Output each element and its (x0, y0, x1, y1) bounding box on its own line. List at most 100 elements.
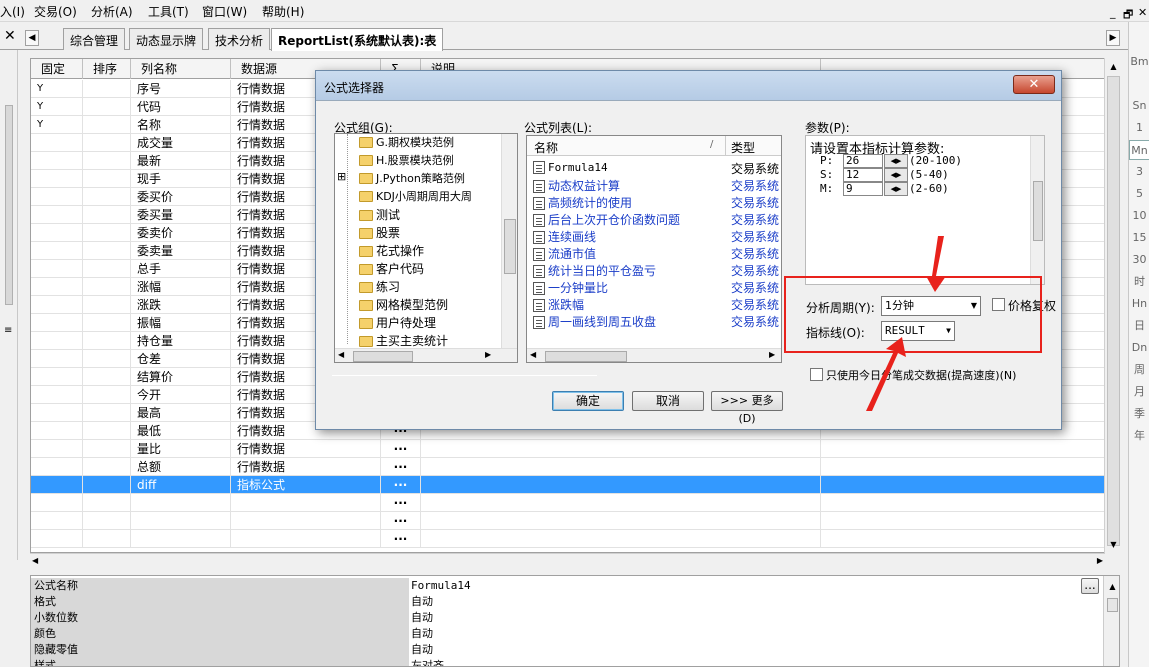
cell-name[interactable]: 最新 (131, 152, 231, 170)
property-value[interactable]: 自动 (409, 642, 1081, 658)
cell-extra[interactable] (821, 458, 1104, 476)
cell-fixed[interactable] (31, 260, 83, 278)
cell-desc[interactable] (421, 458, 821, 476)
cell-sort[interactable] (83, 152, 131, 170)
col-header-name[interactable]: 列名称 (131, 59, 231, 79)
property-row[interactable]: 样式 左对齐 (31, 658, 1081, 666)
cell-sort[interactable] (83, 350, 131, 368)
cell-sort[interactable] (83, 278, 131, 296)
cell-name[interactable]: 序号 (131, 80, 231, 98)
cell-extra[interactable] (821, 530, 1104, 548)
cell-sort[interactable] (83, 80, 131, 98)
cell-name[interactable]: 今开 (131, 386, 231, 404)
sidebar-period-13[interactable]: 日 (1129, 316, 1149, 336)
menu-item-analysis[interactable]: 分析(A) (91, 3, 133, 20)
cell-sort[interactable] (83, 386, 131, 404)
props-vscroll[interactable]: ▲ (1103, 576, 1119, 666)
cell-sigma[interactable]: ··· (381, 458, 421, 476)
cell-name[interactable]: 持仓量 (131, 332, 231, 350)
cell-sort[interactable] (83, 494, 131, 512)
cell-name[interactable]: 涨幅 (131, 278, 231, 296)
scroll-track[interactable] (1107, 76, 1120, 546)
menu-item-help[interactable]: 帮助(H) (262, 3, 304, 20)
cell-sort[interactable] (83, 188, 131, 206)
cell-name[interactable]: 量比 (131, 440, 231, 458)
cell-fixed[interactable] (31, 278, 83, 296)
cell-source[interactable] (231, 494, 381, 512)
cell-fixed[interactable] (31, 224, 83, 242)
sidebar-period-3[interactable]: Sn (1129, 96, 1149, 116)
cell-sort[interactable] (83, 134, 131, 152)
cell-fixed[interactable] (31, 512, 83, 530)
property-value[interactable]: Formula14 (409, 578, 1081, 594)
cell-fixed[interactable]: Y (31, 98, 83, 116)
cell-name[interactable]: 委买量 (131, 206, 231, 224)
table-row[interactable]: ··· (31, 530, 1104, 548)
cell-name[interactable]: 涨跌 (131, 296, 231, 314)
cell-fixed[interactable] (31, 494, 83, 512)
cell-sort[interactable] (83, 512, 131, 530)
cell-fixed[interactable] (31, 170, 83, 188)
table-row[interactable]: ··· (31, 494, 1104, 512)
close-icon[interactable]: ✕ (1138, 6, 1147, 19)
sidebar-period-12[interactable]: Hn (1129, 294, 1149, 314)
cell-sort[interactable] (83, 368, 131, 386)
cell-sort[interactable] (83, 422, 131, 440)
cell-name[interactable]: 现手 (131, 170, 231, 188)
sidebar-period-5[interactable]: Mn (1129, 140, 1149, 160)
sidebar-period-14[interactable]: Dn (1129, 338, 1149, 358)
cell-sort[interactable] (83, 224, 131, 242)
cell-source[interactable] (231, 530, 381, 548)
cell-fixed[interactable] (31, 152, 83, 170)
cell-desc[interactable] (421, 512, 821, 530)
cell-fixed[interactable] (31, 530, 83, 548)
tab-dynamic-board[interactable]: 动态显示牌 (129, 28, 204, 50)
col-header-fixed[interactable]: 固定 (31, 59, 83, 79)
left-splitter[interactable]: ≡ (0, 50, 18, 560)
cell-fixed[interactable] (31, 296, 83, 314)
property-value[interactable]: 自动 (409, 610, 1081, 626)
cell-fixed[interactable] (31, 350, 83, 368)
cell-desc[interactable] (421, 494, 821, 512)
cell-extra[interactable] (821, 440, 1104, 458)
menu-item-tools[interactable]: 工具(T) (148, 3, 189, 20)
props-scroll-thumb[interactable] (1107, 598, 1118, 612)
cell-fixed[interactable] (31, 134, 83, 152)
property-value[interactable]: 自动 (409, 594, 1081, 610)
cell-sort[interactable] (83, 458, 131, 476)
close-panel-icon[interactable]: ✕ (4, 28, 16, 44)
sidebar-period-15[interactable]: 周 (1129, 360, 1149, 380)
cell-name[interactable]: 振幅 (131, 314, 231, 332)
cell-name[interactable]: 代码 (131, 98, 231, 116)
sidebar-period-8[interactable]: 10 (1129, 206, 1149, 226)
cell-sort[interactable] (83, 476, 131, 494)
splitter-grip-icon[interactable]: ≡ (4, 325, 12, 336)
cell-name[interactable]: 结算价 (131, 368, 231, 386)
minimize-icon[interactable]: _ (1110, 6, 1116, 19)
table-hscroll[interactable]: ◀ ▶ (30, 553, 1105, 570)
table-row[interactable]: 量比 行情数据 ··· (31, 440, 1104, 458)
cell-sort[interactable] (83, 206, 131, 224)
cell-name[interactable]: diff (131, 476, 231, 494)
property-value[interactable]: 左对齐 (409, 658, 1081, 666)
col-header-sort[interactable]: 排序 (83, 59, 131, 79)
cell-source[interactable]: 行情数据 (231, 458, 381, 476)
cell-name[interactable]: 委卖量 (131, 242, 231, 260)
cell-name[interactable]: 名称 (131, 116, 231, 134)
property-value[interactable]: 自动 (409, 626, 1081, 642)
cell-extra[interactable] (821, 494, 1104, 512)
tab-overview[interactable]: 综合管理 (63, 28, 126, 50)
cell-fixed[interactable] (31, 404, 83, 422)
cell-fixed[interactable] (31, 476, 83, 494)
cell-name[interactable]: 总手 (131, 260, 231, 278)
tab-reportlist[interactable]: ReportList(系统默认表):表 (271, 28, 444, 51)
sidebar-period-4[interactable]: 1 (1129, 118, 1149, 138)
cell-fixed[interactable] (31, 188, 83, 206)
cell-sigma[interactable]: ··· (381, 476, 421, 494)
cell-fixed[interactable] (31, 368, 83, 386)
cell-name[interactable]: 总额 (131, 458, 231, 476)
menu-item-trade[interactable]: 交易(O) (34, 3, 77, 20)
cell-source[interactable] (231, 512, 381, 530)
menu-item-enter[interactable]: 入(I) (0, 3, 25, 20)
sidebar-period-16[interactable]: 月 (1129, 382, 1149, 402)
